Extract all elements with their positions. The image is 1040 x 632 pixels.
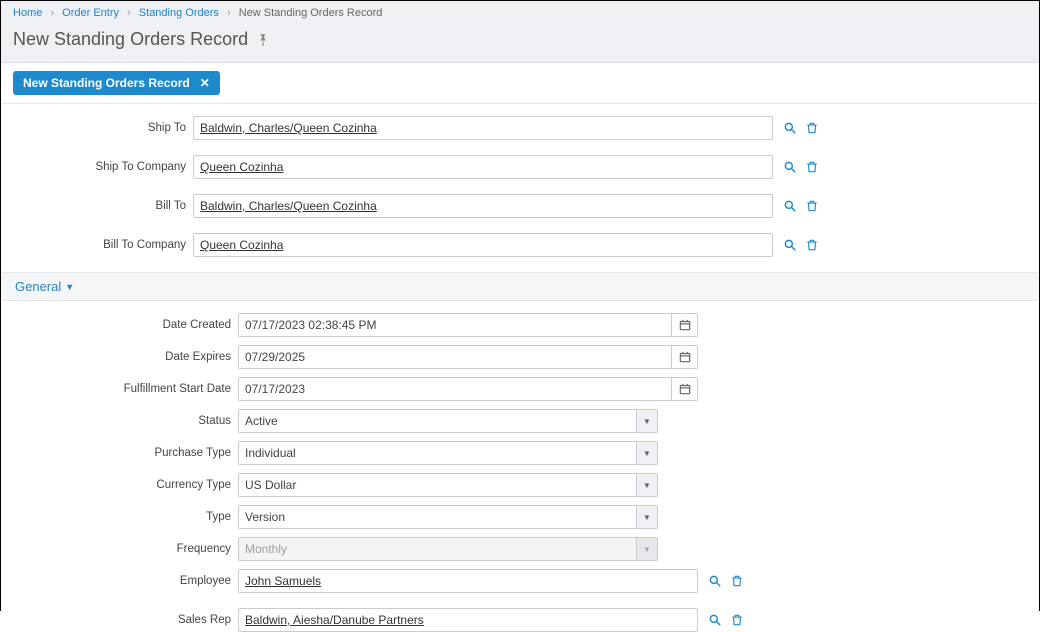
status-select[interactable]: Active [238,409,636,433]
calendar-icon[interactable] [672,345,698,369]
label-status: Status [13,415,238,427]
page-title: New Standing Orders Record [13,29,248,50]
date-expires-input[interactable]: 07/29/2025 [238,345,672,369]
label-bill-to-company: Bill To Company [13,239,193,251]
breadcrumb: Home › Order Entry › Standing Orders › N… [13,7,1027,19]
calendar-icon[interactable] [672,377,698,401]
label-date-created: Date Created [13,319,238,331]
search-icon[interactable] [783,238,797,252]
trash-icon[interactable] [730,574,744,588]
crumb-order-entry[interactable]: Order Entry [62,7,119,19]
label-purchase-type: Purchase Type [13,447,238,459]
trash-icon[interactable] [805,160,819,174]
bill-to-input[interactable] [193,194,773,218]
label-employee: Employee [13,575,238,587]
pin-icon[interactable] [256,33,270,47]
label-frequency: Frequency [13,543,238,555]
section-general-label: General [15,279,61,294]
trash-icon[interactable] [805,199,819,213]
chevron-down-icon[interactable]: ▼ [636,473,658,497]
label-date-expires: Date Expires [13,351,238,363]
chevron-down-icon[interactable]: ▼ [636,505,658,529]
crumb-standing-orders[interactable]: Standing Orders [139,7,219,19]
bill-to-company-input[interactable] [193,233,773,257]
ship-to-input[interactable] [193,116,773,140]
sales-rep-input[interactable] [238,608,698,632]
close-icon[interactable]: ✕ [200,76,210,90]
chevron-down-icon: ▼ [65,282,74,292]
section-general-header[interactable]: General ▼ [1,272,1039,301]
trash-icon[interactable] [730,613,744,627]
type-select[interactable]: Version [238,505,636,529]
crumb-sep: › [127,7,131,19]
label-ship-to: Ship To [13,122,193,134]
chevron-down-icon[interactable]: ▼ [636,409,658,433]
date-created-input[interactable]: 07/17/2023 02:38:45 PM [238,313,672,337]
crumb-sep: › [50,7,54,19]
label-bill-to: Bill To [13,200,193,212]
chevron-down-icon[interactable]: ▼ [636,441,658,465]
label-currency-type: Currency Type [13,479,238,491]
chevron-down-icon: ▼ [636,537,658,561]
search-icon[interactable] [708,574,722,588]
tab-label: New Standing Orders Record [23,76,190,90]
purchase-type-select[interactable]: Individual [238,441,636,465]
label-sales-rep: Sales Rep [13,614,238,626]
crumb-home[interactable]: Home [13,7,42,19]
trash-icon[interactable] [805,121,819,135]
label-fulfillment-start: Fulfillment Start Date [13,383,238,395]
search-icon[interactable] [708,613,722,627]
label-ship-to-company: Ship To Company [13,161,193,173]
ship-to-company-input[interactable] [193,155,773,179]
search-icon[interactable] [783,121,797,135]
fulfillment-start-input[interactable]: 07/17/2023 [238,377,672,401]
tab-record[interactable]: New Standing Orders Record ✕ [13,71,220,95]
currency-type-select[interactable]: US Dollar [238,473,636,497]
employee-input[interactable] [238,569,698,593]
frequency-select: Monthly [238,537,636,561]
search-icon[interactable] [783,199,797,213]
search-icon[interactable] [783,160,797,174]
crumb-current: New Standing Orders Record [239,7,383,19]
tab-bar: New Standing Orders Record ✕ [1,63,1039,104]
crumb-sep: › [227,7,231,19]
header-bar: Home › Order Entry › Standing Orders › N… [1,1,1039,63]
label-type: Type [13,511,238,523]
calendar-icon[interactable] [672,313,698,337]
trash-icon[interactable] [805,238,819,252]
